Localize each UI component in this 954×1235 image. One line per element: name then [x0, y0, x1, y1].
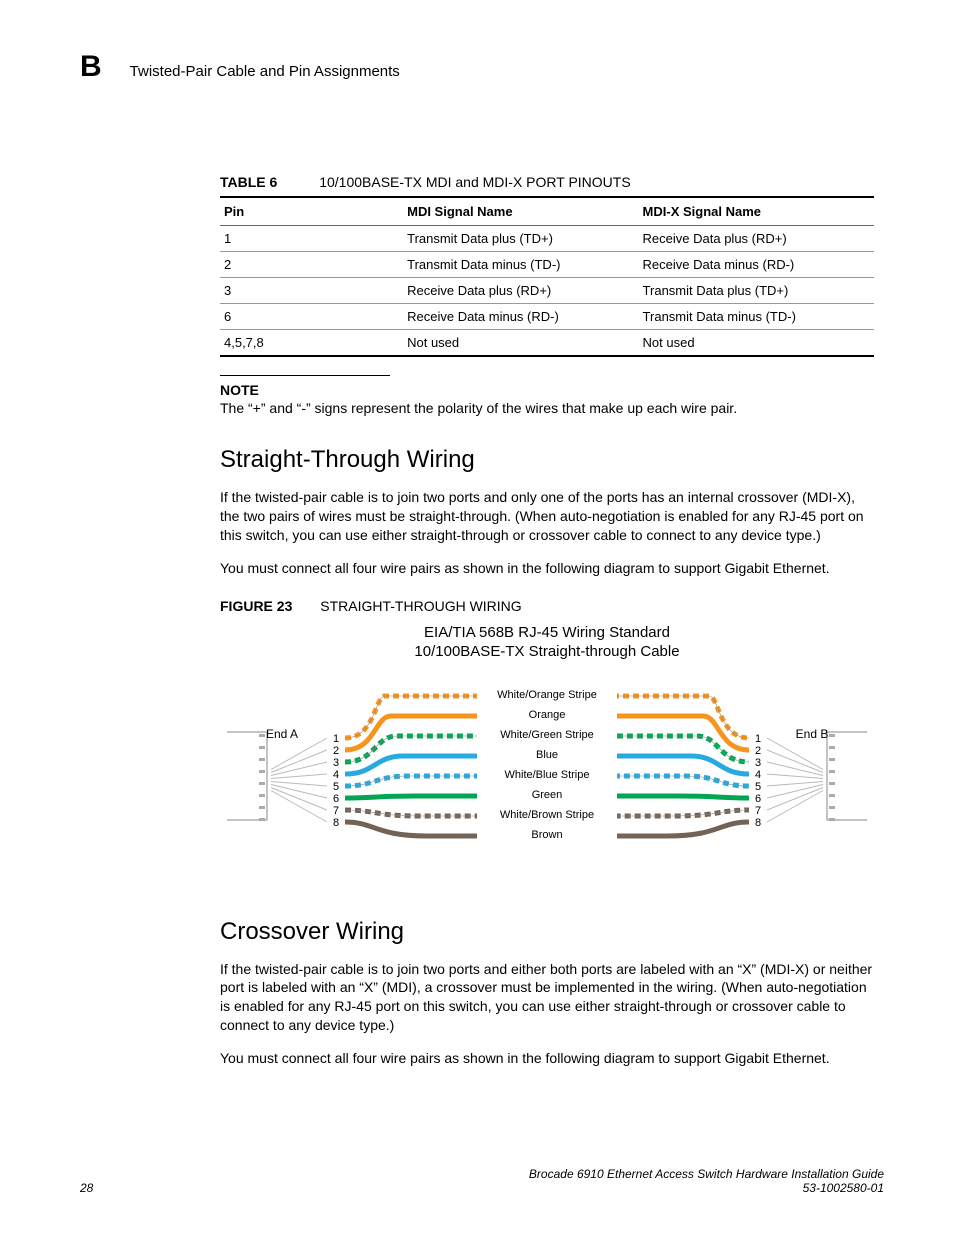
svg-text:4: 4: [755, 769, 761, 781]
svg-text:White/Orange Stripe: White/Orange Stripe: [497, 689, 597, 701]
section2-para2: You must connect all four wire pairs as …: [220, 1049, 874, 1068]
footer-docnum: 53-1002580-01: [529, 1181, 884, 1195]
page-header: B Twisted-Pair Cable and Pin Assignments: [80, 50, 884, 84]
diagram-title: EIA/TIA 568B RJ-45 Wiring Standard: [220, 624, 874, 641]
svg-text:3: 3: [755, 757, 761, 769]
diagram-subtitle: 10/100BASE-TX Straight-through Cable: [220, 643, 874, 660]
appendix-letter: B: [80, 50, 102, 84]
section1-para2: You must connect all four wire pairs as …: [220, 559, 874, 578]
table-cell: 1: [220, 226, 403, 252]
col-mdi: MDI Signal Name: [403, 197, 638, 226]
svg-text:6: 6: [755, 793, 761, 805]
svg-text:2: 2: [755, 745, 761, 757]
table-header-row: Pin MDI Signal Name MDI-X Signal Name: [220, 197, 874, 226]
svg-text:8: 8: [333, 817, 339, 829]
table-cell: Receive Data plus (RD+): [403, 278, 638, 304]
svg-text:Blue: Blue: [536, 749, 558, 761]
table-title: 10/100BASE-TX MDI and MDI-X PORT PINOUTS: [319, 174, 630, 190]
svg-text:5: 5: [333, 781, 339, 793]
footer-book: Brocade 6910 Ethernet Access Switch Hard…: [529, 1167, 884, 1181]
svg-text:End B: End B: [796, 727, 829, 741]
figure-title: STRAIGHT-THROUGH WIRING: [320, 598, 521, 614]
wiring-diagram: EIA/TIA 568B RJ-45 Wiring Standard 10/10…: [220, 624, 874, 888]
table-cell: Not used: [639, 330, 874, 357]
wiring-svg: End AEnd B1122334455667788White/Orange S…: [227, 678, 867, 888]
table-cell: Transmit Data plus (TD+): [403, 226, 638, 252]
svg-text:White/Green Stripe: White/Green Stripe: [500, 729, 594, 741]
section1-para1: If the twisted-pair cable is to join two…: [220, 488, 874, 545]
svg-text:8: 8: [755, 817, 761, 829]
section2-para1: If the twisted-pair cable is to join two…: [220, 960, 874, 1036]
svg-text:White/Brown Stripe: White/Brown Stripe: [500, 809, 594, 821]
svg-text:Orange: Orange: [529, 709, 566, 721]
note-text: The “+” and “-” signs represent the pola…: [220, 400, 874, 416]
table-row: 2Transmit Data minus (TD-)Receive Data m…: [220, 252, 874, 278]
svg-text:7: 7: [755, 805, 761, 817]
table-cell: Receive Data minus (RD-): [403, 304, 638, 330]
table-cell: Transmit Data minus (TD-): [403, 252, 638, 278]
page-footer: 28 Brocade 6910 Ethernet Access Switch H…: [80, 1167, 884, 1195]
table-row: 6Receive Data minus (RD-)Transmit Data m…: [220, 304, 874, 330]
table-row: 4,5,7,8Not usedNot used: [220, 330, 874, 357]
svg-text:2: 2: [333, 745, 339, 757]
pinout-table: Pin MDI Signal Name MDI-X Signal Name 1T…: [220, 196, 874, 357]
svg-text:3: 3: [333, 757, 339, 769]
section-straight-through-heading: Straight-Through Wiring: [220, 446, 874, 474]
table-cell: 2: [220, 252, 403, 278]
table-label: TABLE 6: [220, 174, 277, 190]
svg-text:End A: End A: [266, 727, 298, 741]
col-pin: Pin: [220, 197, 403, 226]
table-caption: TABLE 6 10/100BASE-TX MDI and MDI-X PORT…: [220, 174, 874, 190]
svg-text:4: 4: [333, 769, 339, 781]
svg-text:White/Blue Stripe: White/Blue Stripe: [505, 769, 590, 781]
svg-text:7: 7: [333, 805, 339, 817]
svg-text:Brown: Brown: [531, 829, 562, 841]
page-number: 28: [80, 1181, 93, 1195]
table-cell: Receive Data minus (RD-): [639, 252, 874, 278]
figure-caption: FIGURE 23 STRAIGHT-THROUGH WIRING: [220, 598, 874, 614]
table-cell: Receive Data plus (RD+): [639, 226, 874, 252]
table-cell: Transmit Data plus (TD+): [639, 278, 874, 304]
note-label: NOTE: [220, 382, 874, 398]
svg-text:6: 6: [333, 793, 339, 805]
svg-text:1: 1: [755, 733, 761, 745]
table-row: 3Receive Data plus (RD+)Transmit Data pl…: [220, 278, 874, 304]
figure-label: FIGURE 23: [220, 598, 292, 614]
table-row: 1Transmit Data plus (TD+)Receive Data pl…: [220, 226, 874, 252]
table-cell: 3: [220, 278, 403, 304]
table-cell: 4,5,7,8: [220, 330, 403, 357]
note-rule: [220, 375, 390, 376]
table-cell: 6: [220, 304, 403, 330]
svg-text:1: 1: [333, 733, 339, 745]
col-mdix: MDI-X Signal Name: [639, 197, 874, 226]
table-cell: Transmit Data minus (TD-): [639, 304, 874, 330]
section-crossover-heading: Crossover Wiring: [220, 918, 874, 946]
svg-text:5: 5: [755, 781, 761, 793]
header-title: Twisted-Pair Cable and Pin Assignments: [130, 63, 400, 80]
table-cell: Not used: [403, 330, 638, 357]
svg-text:Green: Green: [532, 789, 563, 801]
